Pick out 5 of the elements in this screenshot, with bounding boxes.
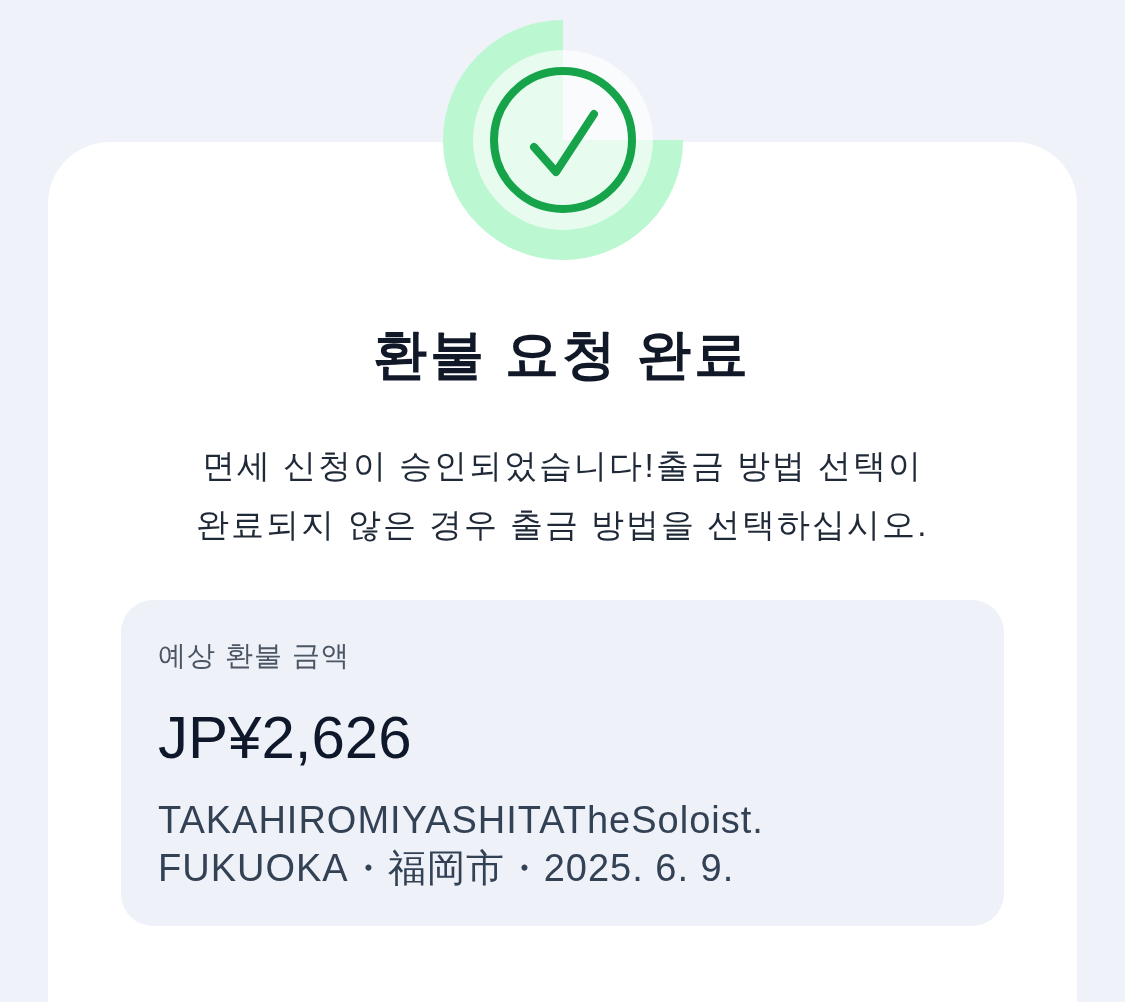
page-title: 환불 요청 완료 [373, 324, 752, 384]
refund-label: 예상 환불 금액 [158, 639, 350, 673]
status-message: 면세 신청이 승인되었습니다!출금 방법 선택이 완료되지 않은 경우 출금 방법을 선택하십시오. [195, 446, 930, 545]
purchase-details: TAKAHIROMIYASHITATheSoloist. FUKUOKA・福岡市・2025. 6. 9. [158, 798, 765, 891]
refund-amount: JP¥2,626 [158, 705, 412, 771]
